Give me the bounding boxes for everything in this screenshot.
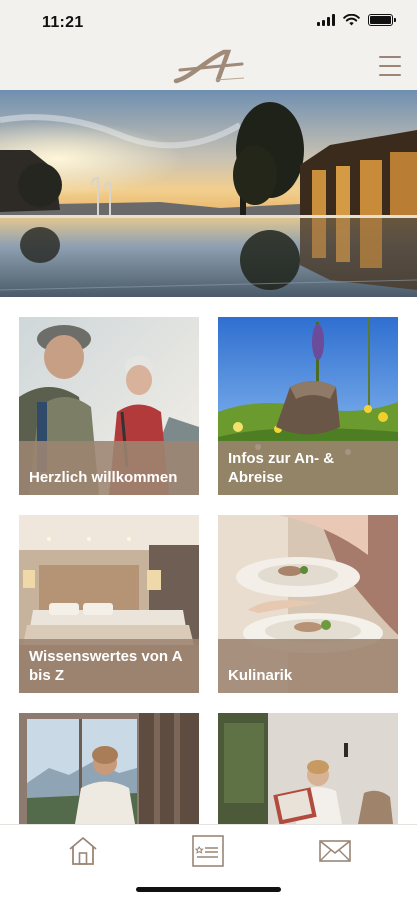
home-indicator[interactable] — [136, 887, 281, 892]
wifi-icon — [343, 14, 360, 26]
status-icons — [317, 14, 396, 26]
tile-kulinarik[interactable]: Kulinarik — [218, 515, 398, 693]
woman-window-mountains-photo — [19, 713, 199, 824]
tile-wissenswertes[interactable]: Wissenswertes von A bis Z — [19, 515, 199, 693]
tile-caption: Kulinarik — [218, 639, 398, 693]
status-bar: 11:21 — [0, 0, 417, 44]
app-header — [0, 44, 417, 90]
tab-contact[interactable] — [317, 833, 353, 869]
tile-reading[interactable] — [218, 713, 398, 824]
battery-icon — [368, 14, 396, 26]
woman-reading-magazine-photo — [218, 713, 398, 824]
envelope-icon — [319, 840, 351, 862]
tile-caption: Infos zur An- & Abreise — [218, 441, 398, 495]
tile-caption: Wissenswertes von A bis Z — [19, 639, 199, 693]
tab-bar — [0, 824, 417, 900]
tab-info-card[interactable] — [190, 833, 226, 869]
tab-home[interactable] — [65, 833, 101, 869]
cellular-signal-icon — [317, 14, 335, 26]
tile-caption: Herzlich willkommen — [19, 441, 199, 495]
tile-grid: Herzlich willkommen Infos zur An- & Abre… — [0, 297, 417, 824]
brand-logo[interactable] — [172, 48, 248, 84]
home-icon — [69, 837, 97, 865]
card-list-icon — [192, 835, 224, 867]
status-time: 11:21 — [42, 14, 84, 31]
tile-window-view[interactable] — [19, 713, 199, 824]
tile-infos-an-abreise[interactable]: Infos zur An- & Abreise — [218, 317, 398, 495]
tile-herzlich-willkommen[interactable]: Herzlich willkommen — [19, 317, 199, 495]
hamburger-menu-icon[interactable] — [379, 56, 401, 76]
hero-image — [0, 90, 417, 297]
